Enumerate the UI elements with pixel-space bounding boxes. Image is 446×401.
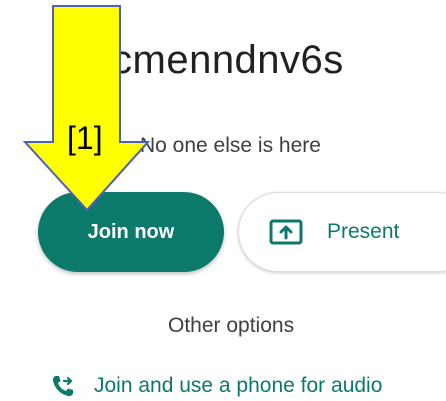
present-label: Present — [327, 220, 400, 243]
join-phone-audio-option[interactable]: Join and use a phone for audio — [50, 372, 382, 400]
present-button[interactable]: Present — [238, 192, 446, 272]
join-phone-audio-label: Join and use a phone for audio — [94, 374, 383, 397]
annotation-arrow-icon — [22, 5, 150, 212]
other-options-link[interactable]: Other options — [168, 314, 294, 338]
present-screen-icon — [269, 219, 303, 245]
meeting-prejoin-screen: cmenndnv6s No one else is here Join now … — [0, 0, 446, 401]
annotation-label: [1] — [67, 120, 103, 156]
phone-forward-icon — [50, 373, 76, 399]
join-now-label: Join now — [87, 220, 175, 243]
presence-status: No one else is here — [140, 134, 321, 157]
